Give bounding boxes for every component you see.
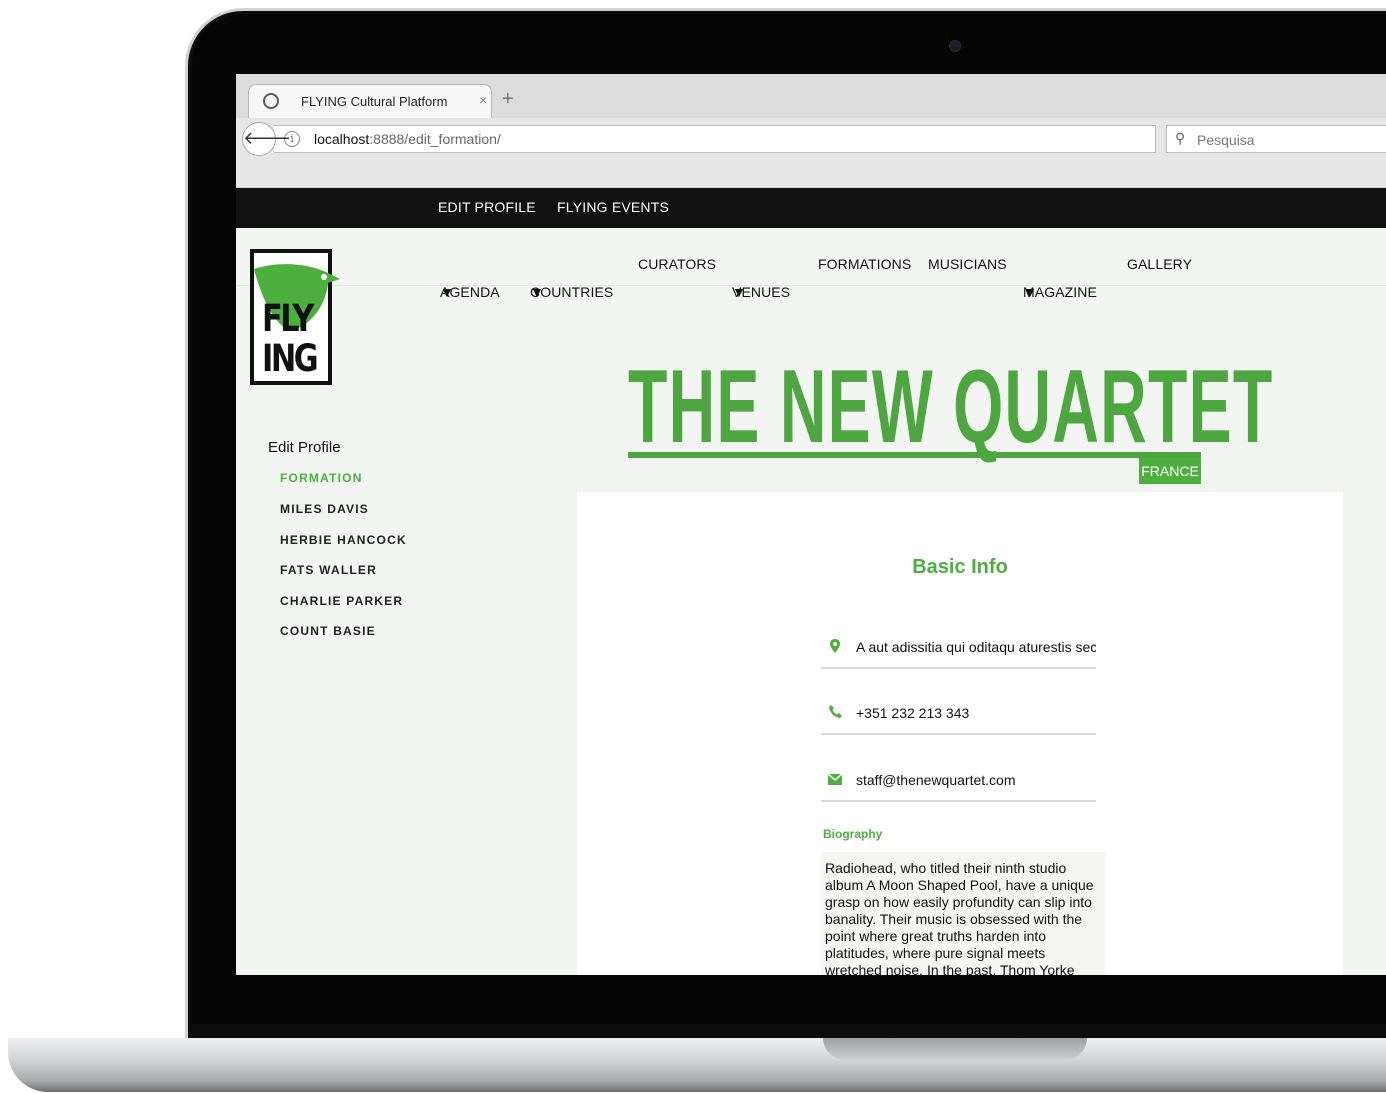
chevron-down-icon: ▼ (440, 284, 454, 300)
page-title: THE NEW QUARTET (628, 349, 1274, 465)
favicon-icon (263, 93, 279, 109)
chevron-down-icon: ▼ (732, 284, 746, 300)
email-value: staff@thenewquartet.com (856, 772, 1016, 788)
screen: FLYING Cultural Platform × + i localhost… (236, 74, 1386, 975)
basic-info-card: Basic Info A aut adissitia qui oditaqu a… (577, 492, 1343, 975)
site-top-bar: EDIT PROFILE FLYING EVENTS (236, 188, 1386, 228)
laptop-notch (823, 1038, 1087, 1060)
section-title: Basic Info (912, 556, 1008, 578)
nav-curators[interactable]: CURATORS (638, 256, 716, 272)
search-icon: ⚲ (1175, 130, 1186, 146)
sidebar-item-fats-waller[interactable]: FATS WALLER (280, 563, 377, 577)
flying-logo[interactable]: FLY ING (250, 249, 340, 385)
new-tab-icon[interactable]: + (502, 88, 514, 111)
url-host: localhost (314, 131, 370, 147)
chevron-down-icon: ▼ (1023, 284, 1037, 300)
url-text: localhost:8888/edit_formation/ (314, 131, 501, 147)
tab-close-icon[interactable]: × (479, 92, 487, 108)
sidebar-item-charlie-parker[interactable]: CHARLIE PARKER (280, 594, 403, 608)
chevron-down-icon: ▼ (530, 284, 544, 300)
envelope-icon (827, 772, 843, 788)
biography-label: Biography (823, 827, 883, 841)
search-placeholder: Pesquisa (1197, 132, 1255, 148)
url-path: :8888/edit_formation/ (369, 131, 501, 147)
browser-toolbar: i localhost:8888/edit_formation/ ↻ 🡐 ⚲ P… (236, 118, 1386, 188)
sidebar-title: Edit Profile (268, 439, 341, 456)
tab-title: FLYING Cultural Platform (301, 94, 448, 109)
map-pin-icon (827, 639, 843, 656)
logo-line1: FLY (262, 297, 314, 340)
flying-events-link[interactable]: FLYING EVENTS (557, 199, 669, 215)
search-input[interactable]: ⚲ Pesquisa (1166, 125, 1386, 153)
camera (949, 40, 961, 52)
sidebar-item-count-basie[interactable]: COUNT BASIE (280, 624, 376, 638)
phone-icon (827, 705, 843, 721)
email-field[interactable]: staff@thenewquartet.com (821, 762, 1096, 802)
browser-tab-bar: FLYING Cultural Platform × + (236, 74, 1386, 120)
phone-field[interactable]: +351 232 213 343 (821, 695, 1096, 735)
title-underline (628, 452, 1201, 458)
browser-tab[interactable]: FLYING Cultural Platform × (248, 84, 492, 120)
sidebar-item-miles-davis[interactable]: MILES DAVIS (280, 502, 369, 516)
edit-profile-link[interactable]: EDIT PROFILE (438, 199, 536, 215)
country-badge: FRANCE (1139, 458, 1201, 484)
logo-line2: ING (262, 337, 319, 380)
address-field[interactable]: A aut adissitia qui oditaqu aturestis se… (821, 629, 1096, 669)
laptop-base (8, 1038, 1386, 1092)
back-button[interactable]: 🡐 (242, 122, 291, 156)
main-nav: AGENDA ▼ COUNTRIES ▼ CURATORS VENUES ▼ FO… (236, 228, 1386, 300)
address-value: A aut adissitia qui oditaqu aturestis se… (856, 639, 1096, 655)
nav-musicians[interactable]: MUSICIANS (928, 256, 1007, 272)
address-bar[interactable]: i localhost:8888/edit_formation/ ↻ (274, 125, 1180, 154)
nav-formations[interactable]: FORMATIONS (818, 256, 911, 272)
phone-value: +351 232 213 343 (856, 705, 970, 721)
sidebar-item-herbie-hancock[interactable]: HERBIE HANCOCK (280, 533, 407, 547)
biography-textarea[interactable]: Radiohead, who titled their ninth studio… (821, 852, 1105, 975)
sidebar-item-formation[interactable]: FORMATION (280, 471, 363, 485)
nav-gallery[interactable]: GALLERY (1127, 256, 1192, 272)
